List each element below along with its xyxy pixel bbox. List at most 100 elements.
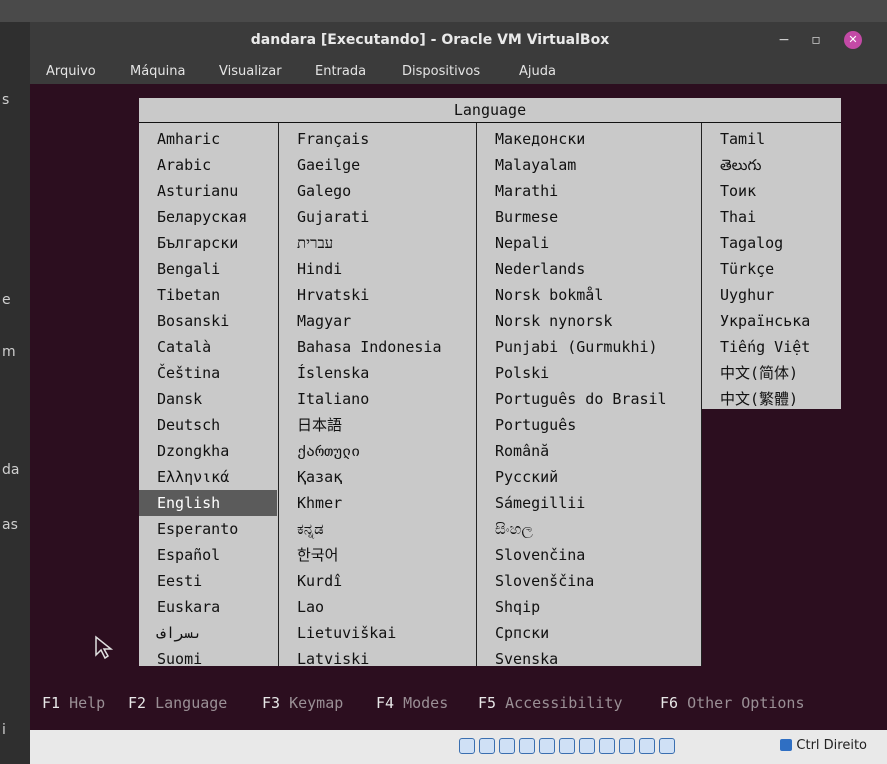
language-option[interactable]: Nepali xyxy=(477,230,700,256)
language-option[interactable]: Español xyxy=(139,542,277,568)
language-option[interactable]: Suomi xyxy=(139,646,277,672)
language-option[interactable]: Gujarati xyxy=(279,204,475,230)
host-key-label[interactable]: Ctrl Direito xyxy=(780,738,867,753)
language-option[interactable]: Беларуская xyxy=(139,204,277,230)
language-option[interactable]: Қазақ xyxy=(279,464,475,490)
fkey-keymap[interactable]: F3 Keymap xyxy=(262,694,343,712)
display-icon[interactable] xyxy=(579,738,595,754)
usb-icon[interactable] xyxy=(539,738,555,754)
language-option[interactable]: 中文(简体) xyxy=(702,360,839,386)
language-option[interactable]: Euskara xyxy=(139,594,277,620)
language-option[interactable]: Bengali xyxy=(139,256,277,282)
language-option[interactable]: Türkçe xyxy=(702,256,839,282)
menu-arquivo[interactable]: Arquivo xyxy=(46,64,96,79)
language-option[interactable]: Ελληνικά xyxy=(139,464,277,490)
language-option[interactable]: Malayalam xyxy=(477,152,700,178)
language-option[interactable]: Italiano xyxy=(279,386,475,412)
language-option[interactable]: Slovenčina xyxy=(477,542,700,568)
language-option[interactable]: Français xyxy=(279,126,475,152)
keyboard-icon[interactable] xyxy=(659,738,675,754)
language-option[interactable]: Burmese xyxy=(477,204,700,230)
language-option[interactable]: Tibetan xyxy=(139,282,277,308)
menu-maquina[interactable]: Máquina xyxy=(130,64,186,79)
close-button[interactable]: ✕ xyxy=(844,31,862,49)
maximize-button[interactable]: ▫ xyxy=(806,30,826,50)
menu-visualizar[interactable]: Visualizar xyxy=(219,64,282,79)
vm-display[interactable]: Language Amharic Arabic Asturianu Беларуска… xyxy=(30,84,887,730)
language-option[interactable]: Slovenščina xyxy=(477,568,700,594)
network-icon[interactable] xyxy=(519,738,535,754)
language-option[interactable]: తెలుగు xyxy=(702,152,839,178)
language-option[interactable]: Latviski xyxy=(279,646,475,672)
language-option[interactable]: Khmer xyxy=(279,490,475,516)
language-option[interactable]: Português xyxy=(477,412,700,438)
language-option[interactable]: Amharic xyxy=(139,126,277,152)
language-option[interactable]: Sámegillii xyxy=(477,490,700,516)
shared-folder-icon[interactable] xyxy=(559,738,575,754)
language-option[interactable]: Português do Brasil xyxy=(477,386,700,412)
language-option[interactable]: Polski xyxy=(477,360,700,386)
language-option[interactable]: Kurdî xyxy=(279,568,475,594)
language-option[interactable]: Română xyxy=(477,438,700,464)
language-option[interactable]: Lietuviškai xyxy=(279,620,475,646)
language-option[interactable]: Asturianu xyxy=(139,178,277,204)
language-option[interactable]: Български xyxy=(139,230,277,256)
language-option[interactable]: Magyar xyxy=(279,308,475,334)
title-bar[interactable]: dandara [Executando] - Oracle VM Virtual… xyxy=(30,22,887,60)
language-option[interactable]: Íslenska xyxy=(279,360,475,386)
optical-icon[interactable] xyxy=(479,738,495,754)
language-option[interactable]: עברית xyxy=(279,230,475,256)
language-option[interactable]: Thai xyxy=(702,204,839,230)
language-option[interactable]: Esperanto xyxy=(139,516,277,542)
language-option[interactable]: Bosanski xyxy=(139,308,277,334)
language-option[interactable]: Shqip xyxy=(477,594,700,620)
language-option[interactable]: Tamil xyxy=(702,126,839,152)
language-option[interactable]: Lao xyxy=(279,594,475,620)
language-option[interactable]: Marathi xyxy=(477,178,700,204)
menu-ajuda[interactable]: Ajuda xyxy=(519,64,556,79)
fkey-help[interactable]: F1 Help xyxy=(42,694,105,712)
language-option[interactable]: Dansk xyxy=(139,386,277,412)
language-option[interactable]: Русский xyxy=(477,464,700,490)
language-option[interactable]: සිංහල xyxy=(477,516,700,542)
language-option[interactable]: ಕನ್ನಡ xyxy=(279,516,475,542)
language-option[interactable]: Hrvatski xyxy=(279,282,475,308)
language-option[interactable]: Català xyxy=(139,334,277,360)
language-option[interactable]: Tagalog xyxy=(702,230,839,256)
language-option[interactable]: Gaeilge xyxy=(279,152,475,178)
language-option[interactable]: Eesti xyxy=(139,568,277,594)
language-option[interactable]: Norsk bokmål xyxy=(477,282,700,308)
fkey-language[interactable]: F2 Language xyxy=(128,694,227,712)
language-option[interactable]: Hindi xyxy=(279,256,475,282)
language-option[interactable]: Deutsch xyxy=(139,412,277,438)
language-option[interactable]: Српски xyxy=(477,620,700,646)
language-option[interactable]: Тоик xyxy=(702,178,839,204)
language-option[interactable]: Tiếng Việt xyxy=(702,334,839,360)
fkey-modes[interactable]: F4 Modes xyxy=(376,694,448,712)
language-option[interactable]: English xyxy=(139,490,277,516)
language-option[interactable]: ქართული xyxy=(279,438,475,464)
video-capture-icon[interactable] xyxy=(599,738,615,754)
language-option[interactable]: ىسراف xyxy=(139,620,277,646)
menu-dispositivos[interactable]: Dispositivos xyxy=(402,64,480,79)
menu-entrada[interactable]: Entrada xyxy=(315,64,366,79)
language-option[interactable]: Bahasa Indonesia xyxy=(279,334,475,360)
language-option[interactable]: Українська xyxy=(702,308,839,334)
language-option[interactable]: Čeština xyxy=(139,360,277,386)
language-option[interactable]: 日本語 xyxy=(279,412,475,438)
cpu-icon[interactable] xyxy=(619,738,635,754)
language-option[interactable]: Arabic xyxy=(139,152,277,178)
language-option[interactable]: Македонски xyxy=(477,126,700,152)
mouse-integration-icon[interactable] xyxy=(639,738,655,754)
language-option[interactable]: Galego xyxy=(279,178,475,204)
fkey-accessibility[interactable]: F5 Accessibility xyxy=(478,694,623,712)
hdd-icon[interactable] xyxy=(459,738,475,754)
audio-icon[interactable] xyxy=(499,738,515,754)
language-option[interactable]: Norsk nynorsk xyxy=(477,308,700,334)
fkey-other-options[interactable]: F6 Other Options xyxy=(660,694,805,712)
minimize-button[interactable]: − xyxy=(774,30,794,50)
language-option[interactable]: Punjabi (Gurmukhi) xyxy=(477,334,700,360)
language-option[interactable]: Nederlands xyxy=(477,256,700,282)
language-option[interactable]: 한국어 xyxy=(279,542,475,568)
language-option[interactable]: Uyghur xyxy=(702,282,839,308)
